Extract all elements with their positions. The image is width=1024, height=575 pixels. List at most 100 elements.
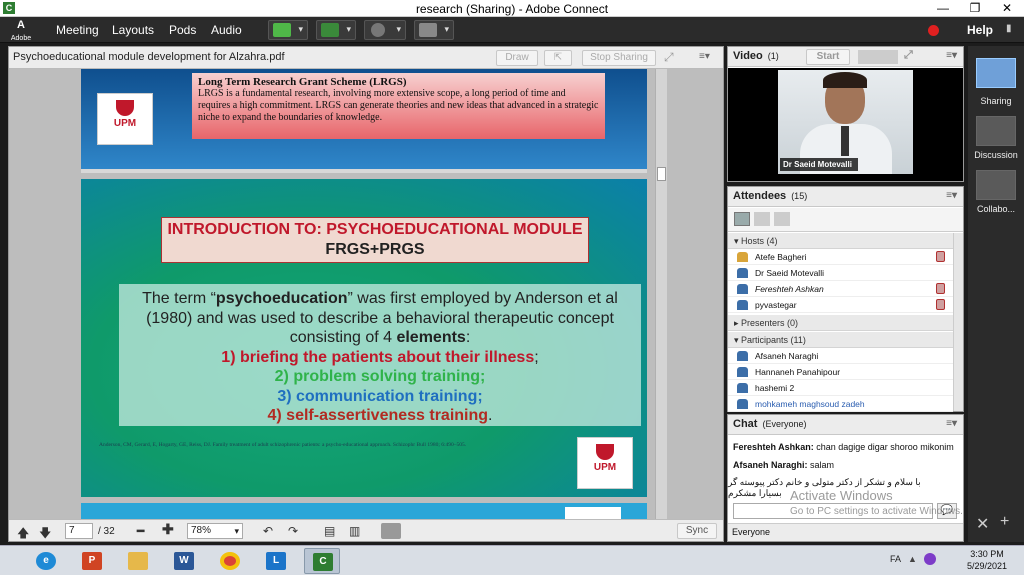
- hand-icon: [419, 23, 437, 37]
- muted-mic-icon: [936, 299, 945, 310]
- document-title: Psychoeducational module development for…: [13, 51, 285, 63]
- host-icon: [737, 252, 748, 262]
- page-number-input[interactable]: 7: [65, 523, 93, 539]
- chat-pod: Chat (Everyone) ≡▾ Fereshteh Ashkan: chan …: [727, 414, 964, 542]
- document-viewport[interactable]: UPM Long Term Research Grant Scheme (LRG…: [9, 69, 723, 519]
- language-indicator[interactable]: FA: [890, 554, 901, 564]
- chevron-down-icon: ▾: [234, 526, 239, 536]
- participant-icon: [737, 367, 748, 377]
- element-4: 4) self-assertiveness training.: [267, 407, 493, 424]
- attendee-row[interactable]: mohkameh maghsoud zadeh: [728, 396, 953, 412]
- menu-help[interactable]: Help: [967, 23, 993, 37]
- pod-menu-icon[interactable]: ≡▾: [699, 51, 710, 62]
- menu-meeting[interactable]: Meeting: [56, 23, 99, 37]
- window-titlebar: C research (Sharing) - Adobe Connect — ❐…: [0, 0, 1024, 17]
- maximize-button[interactable]: ❐: [960, 0, 990, 17]
- speaker-control[interactable]: ▾: [268, 20, 308, 40]
- attendee-row[interactable]: Atefe Bagheri: [728, 249, 953, 265]
- fit-width-icon[interactable]: ▥: [349, 524, 360, 538]
- status-view-icon[interactable]: [774, 212, 790, 226]
- lrgs-heading: Long Term Research Grant Scheme (LRGS): [198, 76, 407, 88]
- attendee-row[interactable]: Dr Saeid Motevalli: [728, 265, 953, 281]
- video-layout-icon[interactable]: [858, 50, 898, 64]
- rotate-right-icon[interactable]: ↷: [288, 524, 298, 538]
- speaker-icon: [273, 23, 291, 37]
- participants-group[interactable]: ▾ Participants (11): [728, 332, 953, 348]
- rotate-left-icon[interactable]: ↶: [263, 524, 273, 538]
- webcam-control[interactable]: ▾: [364, 20, 406, 40]
- fullscreen-icon[interactable]: ⤢: [904, 49, 913, 62]
- zoom-in-button[interactable]: ✚: [162, 521, 174, 538]
- attendee-row[interactable]: Fereshteh Ashkan: [728, 281, 953, 297]
- fullscreen-icon[interactable]: ⤢: [664, 50, 674, 65]
- taskbar-adobe-connect[interactable]: C: [304, 548, 340, 574]
- previous-page-icon[interactable]: 🡅: [17, 524, 29, 545]
- taskbar-powerpoint[interactable]: P: [74, 548, 110, 574]
- attendee-row[interactable]: Hannaneh Panahipour: [728, 364, 953, 380]
- hand-tool-icon[interactable]: [381, 523, 401, 539]
- raise-hand-control[interactable]: ▾: [414, 20, 454, 40]
- tray-app-icon[interactable]: [924, 553, 936, 565]
- sync-button[interactable]: Sync: [677, 523, 717, 539]
- layout-discussion-label: Discussion: [974, 150, 1018, 160]
- close-window-button[interactable]: ✕: [992, 0, 1022, 17]
- next-page-icon[interactable]: 🡇: [39, 524, 51, 545]
- chat-message: Afsaneh Naraghi: salam: [733, 460, 835, 470]
- list-view-icon[interactable]: [734, 212, 750, 226]
- zoom-out-button[interactable]: ━: [137, 524, 144, 538]
- presenters-group[interactable]: ▸ Presenters (0): [728, 315, 953, 331]
- hosts-group[interactable]: ▾ Hosts (4): [728, 233, 953, 249]
- folder-icon: [128, 552, 148, 570]
- pointer-button[interactable]: ⇱: [544, 50, 572, 66]
- draw-button[interactable]: Draw: [496, 50, 538, 66]
- zoom-select[interactable]: 78% ▾: [187, 523, 243, 539]
- add-layout-icon[interactable]: +: [1000, 513, 1009, 531]
- attendees-pod-header: Attendees (15) ≡▾: [728, 187, 963, 207]
- taskbar-chrome[interactable]: [212, 548, 248, 574]
- tray-arrow-icon[interactable]: ▲: [908, 554, 917, 564]
- host-icon: [737, 284, 748, 294]
- taskbar-ie[interactable]: e: [28, 548, 64, 574]
- layout-collaboration[interactable]: [976, 170, 1016, 200]
- chat-message: Fereshteh Ashkan: chan dagige digar shor…: [733, 442, 954, 452]
- scrollbar-thumb[interactable]: [657, 167, 666, 181]
- close-layouts-icon[interactable]: ✕: [976, 514, 989, 534]
- stop-sharing-button[interactable]: Stop Sharing: [582, 50, 656, 66]
- share-pod-header: Psychoeducational module development for…: [9, 47, 723, 69]
- tab-everyone[interactable]: Everyone: [732, 527, 770, 537]
- adobe-connect-icon: C: [313, 553, 333, 571]
- taskbar-explorer[interactable]: [120, 548, 156, 574]
- chat-tabs: Everyone: [728, 523, 963, 541]
- system-clock[interactable]: 3:30 PM 5/29/2021: [958, 548, 1016, 572]
- presenter-hair: [823, 72, 867, 88]
- grid-view-icon[interactable]: [754, 212, 770, 226]
- pod-menu-icon[interactable]: ≡▾: [946, 418, 957, 429]
- attendee-row[interactable]: pyvastegar: [728, 297, 953, 313]
- minimize-button[interactable]: —: [928, 0, 958, 17]
- chat-pod-header: Chat (Everyone) ≡▾: [728, 415, 963, 435]
- video-pod: Video (1) Start ⤢ ≡▾ Dr Saeid Motevalli: [727, 46, 964, 182]
- layout-discussion[interactable]: [976, 116, 1016, 146]
- attendees-scrollbar[interactable]: [953, 233, 963, 411]
- participant-icon: [737, 399, 748, 409]
- attendee-row[interactable]: hashemi 2: [728, 380, 953, 396]
- layout-sharing-label: Sharing: [980, 96, 1012, 106]
- menu-audio[interactable]: Audio: [211, 23, 242, 37]
- taskbar-lync[interactable]: L: [258, 548, 294, 574]
- chevron-down-icon: ▾: [298, 24, 303, 34]
- upm-logo: UPM: [97, 93, 153, 145]
- attendees-toolbar: [728, 208, 963, 232]
- start-webcam-button[interactable]: Start: [806, 49, 850, 65]
- attendee-row[interactable]: Afsaneh Naraghi: [728, 348, 953, 364]
- menu-pods[interactable]: Pods: [169, 23, 196, 37]
- pod-menu-icon[interactable]: ≡▾: [946, 190, 957, 201]
- share-pod: Psychoeducational module development for…: [8, 46, 724, 542]
- menu-layouts[interactable]: Layouts: [112, 23, 154, 37]
- taskbar-word[interactable]: W: [166, 548, 202, 574]
- pod-menu-icon[interactable]: ≡▾: [946, 50, 957, 61]
- document-scrollbar[interactable]: [655, 69, 667, 519]
- microphone-control[interactable]: ▾: [316, 20, 356, 40]
- recording-indicator[interactable]: [928, 25, 939, 36]
- layout-sharing[interactable]: [976, 58, 1016, 88]
- fit-page-icon[interactable]: ▤: [324, 524, 335, 538]
